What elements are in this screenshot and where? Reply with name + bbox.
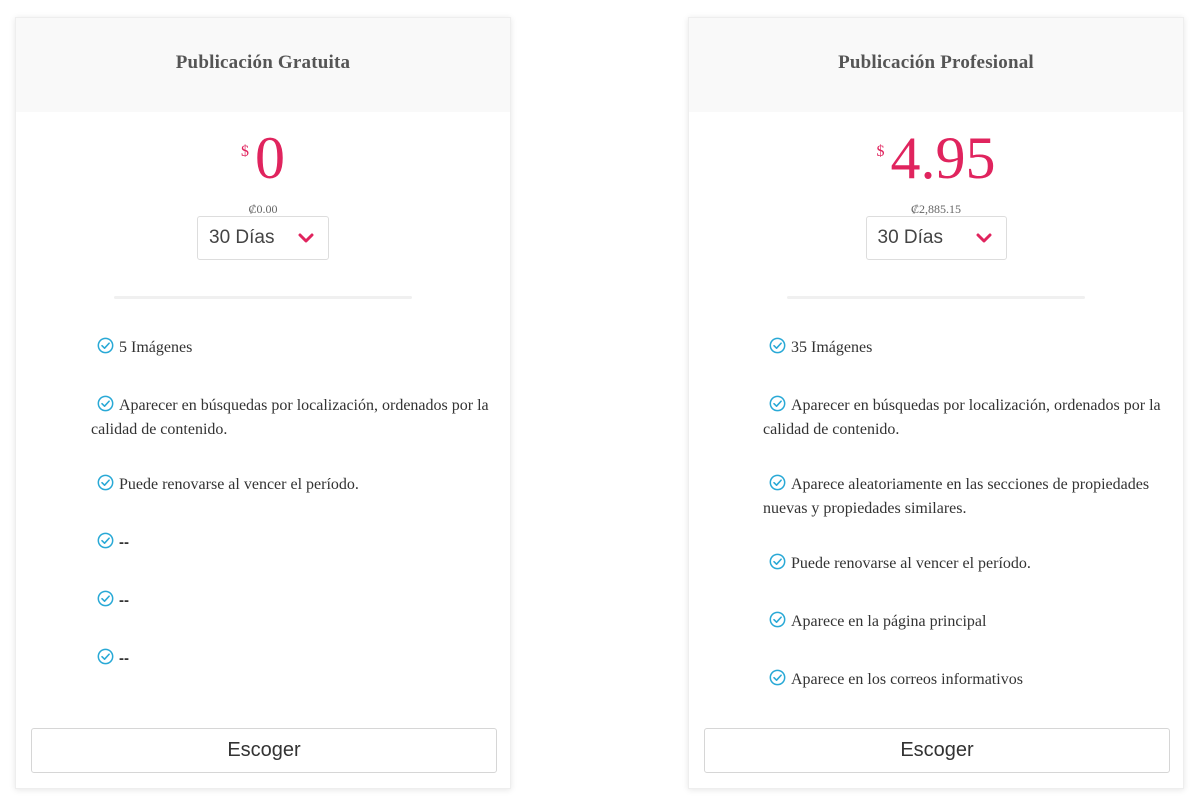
feature-item: Aparecer en búsquedas por localización, … [763,394,1163,442]
duration-selected-value: 30 Días [877,227,943,248]
plan-card-free: Publicación Gratuita $ 0 ₡0.00 30 Días 5… [15,17,511,789]
price-amount: 4.95 [890,125,996,191]
plan-card-professional: Publicación Profesional $ 4.95 ₡2,885.15… [688,17,1184,789]
feature-text: Aparece aleatoriamente en las secciones … [763,476,1150,517]
plan-card-header: Publicación Profesional [689,18,1183,112]
price-amount: 0 [255,125,285,191]
feature-text: 5 Imágenes [119,339,193,356]
feature-item: -- [91,647,491,671]
price: $ 4.95 [689,125,1183,204]
feature-item: Aparece en la página principal [763,610,1163,634]
check-circle-icon [97,474,114,491]
chevron-down-icon [976,233,991,243]
feature-text: Aparecer en búsquedas por localización, … [763,397,1161,438]
duration-select[interactable]: 30 Días [197,216,329,260]
divider [114,296,412,299]
chevron-down-icon [298,233,314,243]
feature-item: -- [91,531,491,555]
check-circle-icon [97,590,114,607]
check-circle-icon [769,669,786,686]
feature-text: Aparece en los correos informativos [791,671,1023,688]
feature-list: 35 Imágenes Aparecer en búsquedas por lo… [763,336,1163,726]
check-circle-icon [97,532,114,549]
duration-selected-value: 30 Días [209,227,275,248]
plan-card-header: Publicación Gratuita [16,18,510,112]
feature-list: 5 Imágenes Aparecer en búsquedas por loc… [91,336,491,705]
feature-text: -- [119,650,129,667]
feature-text: -- [119,592,129,609]
check-circle-icon [769,337,786,354]
feature-item: Puede renovarse al vencer el período. [763,552,1163,576]
choose-button[interactable]: Escoger [31,728,497,773]
plan-title: Publicación Gratuita [175,52,351,73]
feature-item: Aparece aleatoriamente en las secciones … [763,473,1163,521]
check-circle-icon [769,395,786,412]
feature-item: Aparece en los correos informativos [763,668,1163,692]
local-price: ₡2,885.15 [910,202,961,216]
choose-button[interactable]: Escoger [704,728,1170,773]
duration-select[interactable]: 30 Días [865,216,1007,260]
feature-text: Puede renovarse al vencer el período. [119,476,359,493]
check-circle-icon [769,611,786,628]
divider [787,296,1085,299]
feature-item: -- [91,589,491,613]
check-circle-icon [769,474,786,491]
feature-text: Aparecer en búsquedas por localización, … [91,397,489,438]
plan-title: Publicación Profesional [838,52,1034,73]
currency-symbol: $ [876,143,885,160]
price: $ 0 [16,125,510,204]
feature-item: Puede renovarse al vencer el período. [91,473,491,497]
check-circle-icon [769,553,786,570]
feature-text: Puede renovarse al vencer el período. [791,555,1031,572]
feature-text: 35 Imágenes [791,339,873,356]
feature-text: -- [119,534,129,551]
feature-item: 35 Imágenes [763,336,1163,360]
check-circle-icon [97,395,114,412]
currency-symbol: $ [241,143,249,160]
local-price: ₡0.00 [248,202,278,216]
check-circle-icon [97,337,114,354]
check-circle-icon [97,648,114,665]
feature-item: 5 Imágenes [91,336,491,360]
feature-text: Aparece en la página principal [791,613,987,630]
feature-item: Aparecer en búsquedas por localización, … [91,394,491,442]
